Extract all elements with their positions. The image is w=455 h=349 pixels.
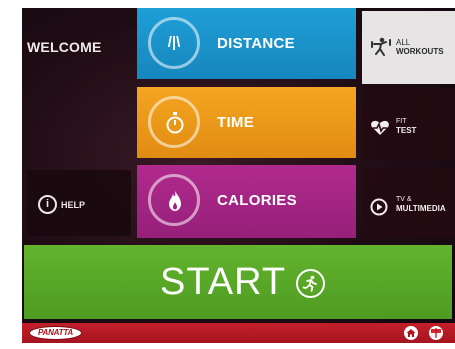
welcome-label: WELCOME: [27, 39, 102, 55]
time-button[interactable]: TIME: [137, 87, 356, 158]
fit-test-button[interactable]: FIT TEST: [362, 89, 455, 160]
all-workouts-button[interactable]: ALL WORKOUTS: [362, 11, 455, 84]
runner-icon: [296, 269, 325, 298]
welcome-tile: WELCOME: [22, 8, 134, 86]
treadmill-console-screen: WELCOME i HELP /|\ DISTANCE TIME CALORIE…: [22, 8, 455, 343]
start-button[interactable]: START: [24, 245, 452, 319]
stopwatch-icon: [148, 96, 200, 148]
time-label: TIME: [217, 114, 255, 131]
workout-figure-icon: [371, 37, 391, 56]
calories-button[interactable]: CALORIES: [137, 165, 356, 238]
help-label: HELP: [61, 200, 86, 210]
heart-pulse-icon: [371, 120, 389, 135]
flame-icon: [148, 174, 200, 226]
fit-test-label: FIT TEST: [396, 118, 417, 135]
bottom-bar: PANATTA: [22, 323, 455, 343]
panatta-logo: PANATTA: [29, 326, 82, 340]
play-icon: [370, 198, 388, 216]
calories-label: CALORIES: [217, 192, 297, 209]
start-label: START: [160, 261, 287, 303]
distance-road-icon: /|\: [148, 17, 200, 69]
distance-button[interactable]: /|\ DISTANCE: [137, 8, 356, 79]
distance-label: DISTANCE: [217, 35, 295, 52]
info-icon: i: [38, 195, 57, 214]
home-icon[interactable]: [404, 326, 418, 340]
tv-multimedia-label: TV & MULTIMEDIA: [396, 196, 446, 213]
tv-multimedia-button[interactable]: TV & MULTIMEDIA: [362, 168, 455, 238]
flag-emblem-icon[interactable]: [427, 325, 445, 341]
help-button[interactable]: i HELP: [27, 170, 131, 236]
all-workouts-label: ALL WORKOUTS: [396, 38, 444, 56]
